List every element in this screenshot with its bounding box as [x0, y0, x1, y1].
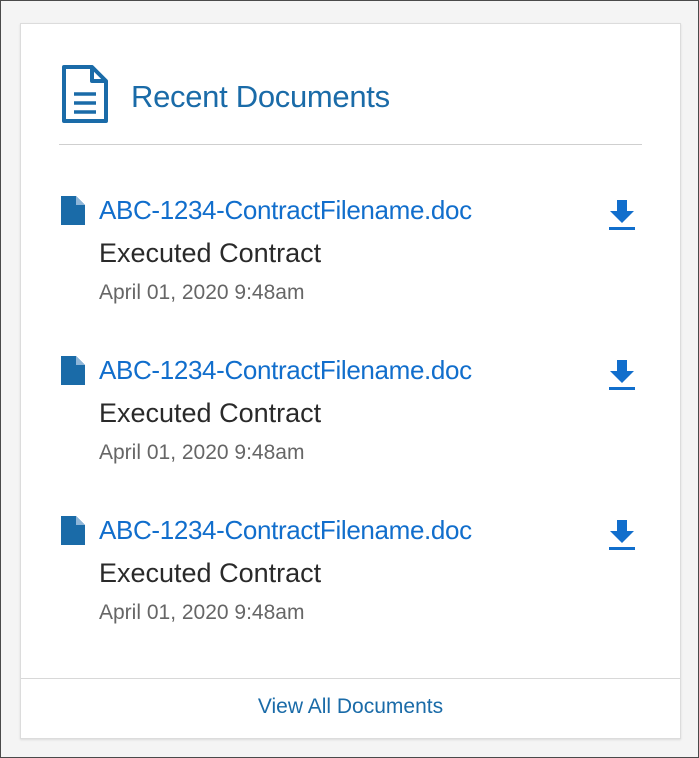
document-list: ABC-1234-ContractFilename.doc Executed C… — [59, 190, 642, 670]
download-icon[interactable] — [604, 197, 640, 233]
list-item: ABC-1234-ContractFilename.doc Executed C… — [59, 510, 642, 670]
document-date: April 01, 2020 9:48am — [99, 281, 305, 304]
card-header: Recent Documents — [58, 64, 642, 124]
document-type: Executed Contract — [99, 398, 322, 428]
header-divider — [59, 144, 642, 145]
list-item: ABC-1234-ContractFilename.doc Executed C… — [59, 350, 642, 510]
document-lines-icon — [62, 65, 108, 123]
recent-documents-card: Recent Documents ABC-1234-ContractFilena… — [20, 23, 681, 739]
document-link[interactable]: ABC-1234-ContractFilename.doc — [99, 190, 472, 230]
document-type: Executed Contract — [99, 238, 322, 268]
page-title: Recent Documents — [131, 78, 390, 114]
download-icon[interactable] — [604, 357, 640, 393]
document-date: April 01, 2020 9:48am — [99, 441, 305, 464]
document-type: Executed Contract — [99, 558, 322, 588]
file-icon — [61, 516, 85, 545]
file-icon — [61, 196, 85, 225]
outer-frame: Recent Documents ABC-1234-ContractFilena… — [0, 0, 699, 758]
footer-divider — [21, 678, 680, 679]
list-item: ABC-1234-ContractFilename.doc Executed C… — [59, 190, 642, 350]
document-link[interactable]: ABC-1234-ContractFilename.doc — [99, 510, 472, 550]
file-icon — [61, 356, 85, 385]
document-date: April 01, 2020 9:48am — [99, 601, 305, 624]
document-link[interactable]: ABC-1234-ContractFilename.doc — [99, 350, 472, 390]
download-icon[interactable] — [604, 517, 640, 553]
view-all-documents-link[interactable]: View All Documents — [21, 692, 680, 722]
